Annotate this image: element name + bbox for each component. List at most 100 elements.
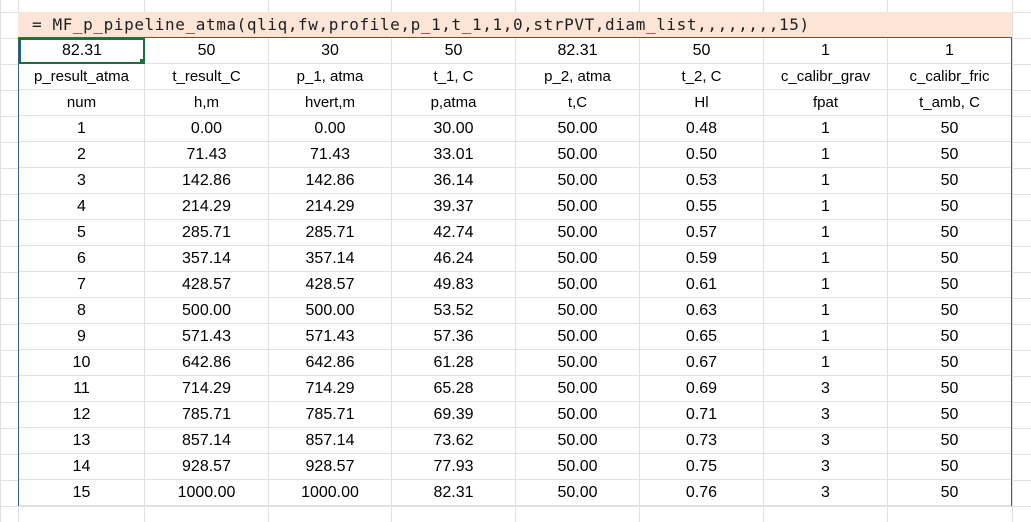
data-cell[interactable]: 50.00 <box>516 480 640 506</box>
data-cell[interactable]: 0.71 <box>640 402 764 428</box>
data-cell[interactable]: 1 <box>764 116 888 142</box>
data-cell[interactable]: 1 <box>19 116 145 142</box>
data-cell[interactable]: 50 <box>888 298 1011 324</box>
data-cell[interactable]: 214.29 <box>269 194 392 220</box>
data-cell[interactable]: 857.14 <box>145 428 269 454</box>
unit-cell[interactable]: t_amb, C <box>888 90 1011 116</box>
data-cell[interactable]: 7 <box>19 272 145 298</box>
data-cell[interactable]: 77.93 <box>392 454 516 480</box>
data-cell[interactable]: 11 <box>19 376 145 402</box>
data-cell[interactable]: 928.57 <box>269 454 392 480</box>
data-cell[interactable]: 3 <box>764 428 888 454</box>
top-value-cell[interactable]: 50 <box>145 38 269 64</box>
data-cell[interactable]: 1000.00 <box>269 480 392 506</box>
top-value-cell[interactable]: 1 <box>764 38 888 64</box>
data-cell[interactable]: 50.00 <box>516 220 640 246</box>
array-formula-cell[interactable]: = MF_p_pipeline_atma(qliq,fw,profile,p_1… <box>18 12 1012 37</box>
data-cell[interactable]: 57.36 <box>392 324 516 350</box>
data-cell[interactable]: 0.00 <box>145 116 269 142</box>
data-cell[interactable]: 50 <box>888 376 1011 402</box>
data-cell[interactable]: 0.55 <box>640 194 764 220</box>
data-cell[interactable]: 642.86 <box>145 350 269 376</box>
data-cell[interactable]: 714.29 <box>269 376 392 402</box>
data-cell[interactable]: 714.29 <box>145 376 269 402</box>
top-value-cell[interactable]: 50 <box>392 38 516 64</box>
data-cell[interactable]: 50.00 <box>516 194 640 220</box>
data-cell[interactable]: 142.86 <box>145 168 269 194</box>
data-cell[interactable]: 0.48 <box>640 116 764 142</box>
data-cell[interactable]: 50 <box>888 116 1011 142</box>
data-cell[interactable]: 0.00 <box>269 116 392 142</box>
data-cell[interactable]: 50 <box>888 246 1011 272</box>
data-cell[interactable]: 71.43 <box>145 142 269 168</box>
unit-cell[interactable]: hvert,m <box>269 90 392 116</box>
data-cell[interactable]: 50.00 <box>516 168 640 194</box>
data-cell[interactable]: 0.57 <box>640 220 764 246</box>
data-cell[interactable]: 0.73 <box>640 428 764 454</box>
data-cell[interactable]: 1 <box>764 220 888 246</box>
data-cell[interactable]: 642.86 <box>269 350 392 376</box>
data-cell[interactable]: 1 <box>764 194 888 220</box>
data-cell[interactable]: 785.71 <box>269 402 392 428</box>
data-cell[interactable]: 142.86 <box>269 168 392 194</box>
data-cell[interactable]: 42.74 <box>392 220 516 246</box>
data-cell[interactable]: 46.24 <box>392 246 516 272</box>
header-cell[interactable]: t_1, C <box>392 64 516 90</box>
data-cell[interactable]: 1 <box>764 272 888 298</box>
header-cell[interactable]: p_1, atma <box>269 64 392 90</box>
data-cell[interactable]: 0.69 <box>640 376 764 402</box>
data-cell[interactable]: 1 <box>764 324 888 350</box>
top-value-cell[interactable]: 30 <box>269 38 392 64</box>
unit-cell[interactable]: fpat <box>764 90 888 116</box>
data-cell[interactable]: 785.71 <box>145 402 269 428</box>
data-cell[interactable]: 3 <box>764 402 888 428</box>
data-cell[interactable]: 214.29 <box>145 194 269 220</box>
data-cell[interactable]: 39.37 <box>392 194 516 220</box>
data-cell[interactable]: 3 <box>19 168 145 194</box>
unit-cell[interactable]: Hl <box>640 90 764 116</box>
data-cell[interactable]: 0.63 <box>640 298 764 324</box>
top-value-cell[interactable]: 82.31 <box>19 38 145 64</box>
data-cell[interactable]: 50.00 <box>516 298 640 324</box>
data-cell[interactable]: 30.00 <box>392 116 516 142</box>
header-cell[interactable]: p_2, atma <box>516 64 640 90</box>
data-cell[interactable]: 50 <box>888 168 1011 194</box>
data-cell[interactable]: 69.39 <box>392 402 516 428</box>
data-cell[interactable]: 0.50 <box>640 142 764 168</box>
data-cell[interactable]: 50 <box>888 480 1011 506</box>
data-cell[interactable]: 285.71 <box>269 220 392 246</box>
data-cell[interactable]: 36.14 <box>392 168 516 194</box>
header-cell[interactable]: c_calibr_fric <box>888 64 1011 90</box>
data-cell[interactable]: 61.28 <box>392 350 516 376</box>
data-cell[interactable]: 50 <box>888 324 1011 350</box>
data-cell[interactable]: 1000.00 <box>145 480 269 506</box>
data-cell[interactable]: 571.43 <box>269 324 392 350</box>
data-cell[interactable]: 14 <box>19 454 145 480</box>
data-cell[interactable]: 49.83 <box>392 272 516 298</box>
data-cell[interactable]: 10 <box>19 350 145 376</box>
data-cell[interactable]: 0.53 <box>640 168 764 194</box>
data-cell[interactable]: 0.59 <box>640 246 764 272</box>
data-cell[interactable]: 50.00 <box>516 116 640 142</box>
data-cell[interactable]: 0.75 <box>640 454 764 480</box>
header-cell[interactable]: p_result_atma <box>19 64 145 90</box>
data-cell[interactable]: 15 <box>19 480 145 506</box>
data-cell[interactable]: 1 <box>764 298 888 324</box>
data-cell[interactable]: 357.14 <box>145 246 269 272</box>
data-cell[interactable]: 65.28 <box>392 376 516 402</box>
top-value-cell[interactable]: 82.31 <box>516 38 640 64</box>
header-cell[interactable]: c_calibr_grav <box>764 64 888 90</box>
unit-cell[interactable]: p,atma <box>392 90 516 116</box>
data-cell[interactable]: 50.00 <box>516 454 640 480</box>
data-cell[interactable]: 3 <box>764 376 888 402</box>
data-cell[interactable]: 50.00 <box>516 376 640 402</box>
data-cell[interactable]: 1 <box>764 142 888 168</box>
data-cell[interactable]: 50.00 <box>516 246 640 272</box>
data-cell[interactable]: 428.57 <box>145 272 269 298</box>
data-cell[interactable]: 50.00 <box>516 428 640 454</box>
data-cell[interactable]: 0.67 <box>640 350 764 376</box>
data-cell[interactable]: 0.61 <box>640 272 764 298</box>
header-cell[interactable]: t_result_C <box>145 64 269 90</box>
data-cell[interactable]: 5 <box>19 220 145 246</box>
data-cell[interactable]: 73.62 <box>392 428 516 454</box>
